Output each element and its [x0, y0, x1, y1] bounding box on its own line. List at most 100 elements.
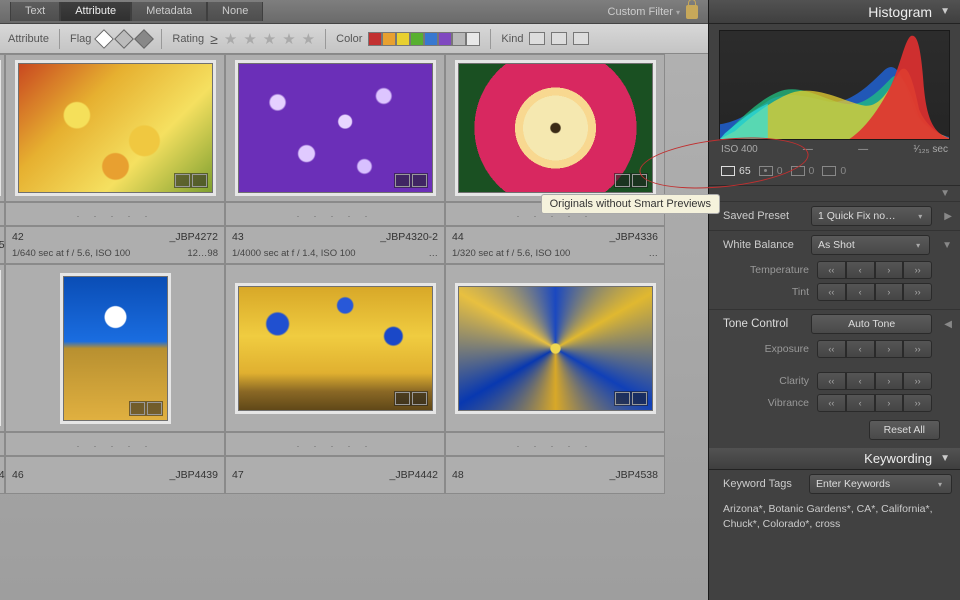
grid-cell[interactable]	[445, 264, 665, 432]
tint-stepper[interactable]: ‹‹‹›››	[817, 283, 932, 301]
swatch-green[interactable]	[410, 32, 424, 46]
chevron-down-icon: ▼	[940, 6, 950, 17]
tab-metadata[interactable]: Metadata	[131, 2, 207, 21]
auto-tone-button[interactable]: Auto Tone	[811, 314, 932, 334]
chevron-icon: ▾	[935, 480, 945, 489]
originals-count[interactable]: 65	[721, 165, 751, 177]
focal-value: —	[803, 144, 813, 155]
swatch-none[interactable]	[466, 32, 480, 46]
cell-meta: 48_JBP4538	[446, 457, 664, 493]
flag-picked-icon[interactable]	[94, 29, 114, 49]
color-label: Color	[336, 33, 362, 45]
cell-meta: _JBP4341	[0, 457, 4, 493]
keywording-header[interactable]: Keywording▼	[709, 448, 960, 470]
cell-meta: 44_JBP4336 1/320 sec at f / 5.6, ISO 100…	[446, 227, 664, 263]
badge-icon	[394, 391, 428, 406]
right-panel: Histogram▼ ISO 400 — — ¹⁄₁₂₅ sec 65 0 0 …	[708, 0, 960, 600]
swatch-orange[interactable]	[382, 32, 396, 46]
kind-master-icon[interactable]	[529, 32, 545, 45]
rating-label: Rating	[172, 33, 204, 45]
cell-meta: 43_JBP4320-2 1/4000 sec at f / 1.4, ISO …	[226, 227, 444, 263]
thumbnail[interactable]	[238, 286, 433, 411]
swatch-red[interactable]	[368, 32, 382, 46]
tint-row: Tint ‹‹‹›››	[709, 281, 960, 303]
smart-preview-counts: 65 0 0 0	[709, 161, 960, 185]
star-3[interactable]: ★	[263, 30, 276, 48]
swatch-grey[interactable]	[452, 32, 466, 46]
star-1[interactable]: ★	[224, 30, 237, 48]
vibrance-label: Vibrance	[723, 397, 809, 409]
thumbnail-grid[interactable]: . . . . . . . . . . . . . . . _JBP0053 4…	[0, 54, 708, 600]
vibrance-stepper[interactable]: ‹‹‹›››	[817, 394, 932, 412]
temperature-row: Temperature ‹‹‹›››	[709, 259, 960, 281]
attribute-label: Attribute	[8, 33, 49, 45]
original-sp-count[interactable]: 0	[791, 165, 815, 177]
cell-footer-dots: . . . . .	[226, 203, 444, 225]
collapse-icon[interactable]: ◀	[944, 319, 952, 330]
kind-label: Kind	[501, 33, 523, 45]
flag-rejected-icon[interactable]	[134, 29, 154, 49]
star-5[interactable]: ★	[302, 30, 315, 48]
saved-preset-dropdown[interactable]: 1 Quick Fix no…▾	[811, 206, 932, 226]
thumbnail[interactable]	[458, 286, 653, 411]
cell-footer-dots	[0, 433, 4, 455]
tint-label: Tint	[723, 286, 809, 298]
grid-cell[interactable]	[5, 264, 225, 432]
histogram-chart[interactable]	[719, 30, 950, 140]
badge-icon	[174, 173, 208, 188]
thumbnail[interactable]	[18, 63, 213, 193]
exposure-label: Exposure	[723, 343, 809, 355]
thumbnail[interactable]	[63, 276, 168, 421]
thumbnail[interactable]	[458, 63, 653, 193]
histogram-header[interactable]: Histogram▼	[709, 0, 960, 24]
smart-preview-count[interactable]: 0	[759, 165, 783, 177]
tone-control-label: Tone Control	[723, 318, 803, 330]
collapse-icon[interactable]: ▼	[942, 240, 952, 251]
flag-unflagged-icon[interactable]	[114, 29, 134, 49]
cell-footer-dots	[0, 203, 4, 225]
lock-icon[interactable]	[686, 5, 698, 19]
missing-count[interactable]: 0	[822, 165, 846, 177]
star-4[interactable]: ★	[282, 30, 295, 48]
cell-meta: _JBP0053	[0, 227, 4, 263]
cell-footer-dots: . . . . .	[6, 433, 224, 455]
swatch-purple[interactable]	[438, 32, 452, 46]
swatch-blue[interactable]	[424, 32, 438, 46]
keyword-list[interactable]: Arizona*, Botanic Gardens*, CA*, Califor…	[709, 498, 960, 539]
tab-none[interactable]: None	[207, 2, 263, 21]
clarity-stepper[interactable]: ‹‹‹›››	[817, 372, 932, 390]
kind-video-icon[interactable]	[573, 32, 589, 45]
temperature-stepper[interactable]: ‹‹‹›››	[817, 261, 932, 279]
grid-cell[interactable]	[225, 264, 445, 432]
saved-preset-label: Saved Preset	[723, 210, 803, 222]
white-balance-dropdown[interactable]: As Shot▾	[811, 235, 930, 255]
kind-virtual-icon[interactable]	[551, 32, 567, 45]
thumbnail[interactable]	[238, 63, 433, 193]
badge-icon	[129, 401, 163, 416]
white-balance-label: White Balance	[723, 239, 803, 251]
keyword-tags-dropdown[interactable]: Enter Keywords▾	[809, 474, 952, 494]
star-2[interactable]: ★	[243, 30, 256, 48]
rating-operator[interactable]: ≥	[210, 31, 218, 47]
exposure-stepper[interactable]: ‹‹‹›››	[817, 340, 932, 358]
cell-footer-dots: . . . . .	[446, 433, 664, 455]
smart-preview-tooltip: Originals without Smart Previews	[541, 194, 720, 214]
reset-all-button[interactable]: Reset All	[869, 420, 940, 440]
quick-develop-toggle-icon[interactable]: ▼	[940, 188, 950, 199]
flag-label: Flag	[70, 33, 91, 45]
badge-icon	[394, 173, 428, 188]
expand-icon[interactable]: ▶	[944, 211, 952, 222]
iso-value: ISO 400	[721, 144, 758, 155]
grid-cell[interactable]	[445, 54, 665, 202]
tab-text[interactable]: Text	[10, 2, 60, 21]
grid-cell[interactable]	[225, 54, 445, 202]
keyword-tags-row: Keyword Tags Enter Keywords▾	[709, 470, 960, 498]
attribute-filter-bar: Attribute Flag Rating ≥ ★ ★ ★ ★ ★ Color	[0, 24, 708, 54]
swatch-yellow[interactable]	[396, 32, 410, 46]
vibrance-row: Vibrance ‹‹‹›››	[709, 392, 960, 414]
grid-cell[interactable]	[5, 54, 225, 202]
custom-filter-dropdown[interactable]: Custom Filter ▾	[608, 6, 680, 18]
shutter-value: ¹⁄₁₂₅ sec	[913, 144, 948, 155]
white-balance-row: White Balance As Shot▾ ▼	[709, 230, 960, 259]
tab-attribute[interactable]: Attribute	[60, 2, 131, 21]
